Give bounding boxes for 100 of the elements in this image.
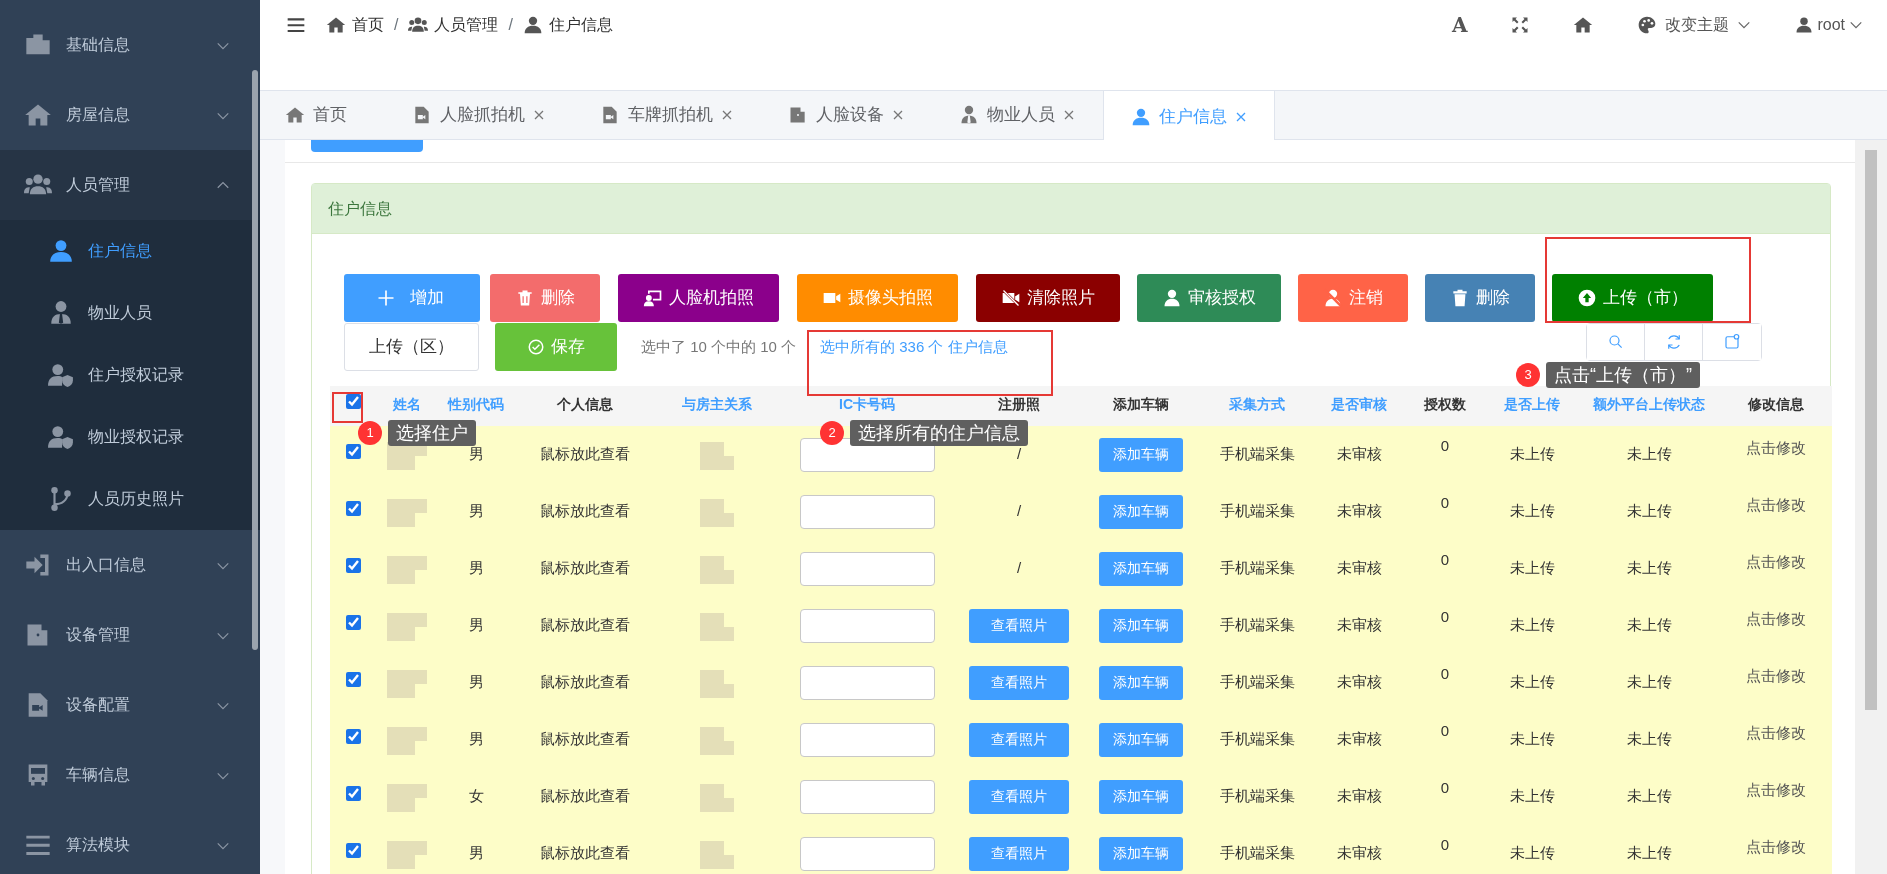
edit-link[interactable]: 点击修改 bbox=[1746, 724, 1806, 742]
table-cell: 未审核 bbox=[1314, 711, 1404, 768]
table-cell: 0 bbox=[1440, 608, 1450, 626]
row-checkbox[interactable] bbox=[345, 786, 361, 802]
plus-icon bbox=[376, 288, 396, 308]
select-all-checkbox[interactable] bbox=[345, 393, 361, 409]
column-header: 添加车辆 bbox=[1082, 386, 1200, 426]
input-field[interactable] bbox=[799, 494, 935, 529]
blurred-patch bbox=[387, 498, 427, 527]
home-icon[interactable] bbox=[1573, 15, 1594, 35]
table-cell[interactable]: 鼠标放此查看 bbox=[514, 597, 656, 654]
toolbar-button[interactable]: 清除照片 bbox=[976, 274, 1120, 322]
scrollbar-thumb[interactable] bbox=[252, 70, 258, 650]
highlight-frame bbox=[332, 392, 363, 423]
breadcrumb-item: 住户信息 bbox=[548, 15, 613, 35]
tab[interactable]: 车牌抓拍机 bbox=[573, 91, 761, 139]
font-size-button[interactable]: A bbox=[1451, 10, 1468, 40]
sidebar-item[interactable]: 算法模块 bbox=[0, 810, 260, 874]
table-cell: 手机端采集 bbox=[1200, 825, 1314, 874]
table-cell: 未上传 bbox=[1486, 426, 1578, 483]
upload-button[interactable]: 上传（区） bbox=[344, 323, 479, 371]
tooltip: 选择住户 bbox=[388, 420, 476, 446]
sidebar-subitem[interactable]: 物业人员 bbox=[0, 282, 260, 344]
close-icon[interactable] bbox=[533, 109, 545, 121]
row-checkbox[interactable] bbox=[345, 843, 361, 859]
sidebar-item[interactable]: 基础信息 bbox=[0, 10, 260, 80]
sidebar-subitem[interactable]: 住户信息 bbox=[0, 220, 260, 282]
input-field[interactable] bbox=[799, 779, 935, 814]
edit-link[interactable]: 点击修改 bbox=[1746, 496, 1806, 514]
breadcrumb-item[interactable]: 首页 bbox=[352, 13, 384, 37]
close-icon[interactable] bbox=[1235, 110, 1247, 123]
input-field[interactable] bbox=[799, 722, 935, 757]
sidebar-item[interactable]: 设备管理 bbox=[0, 600, 260, 670]
theme-dropdown[interactable]: 改变主题 bbox=[1637, 13, 1752, 37]
table-cell[interactable]: 鼠标放此查看 bbox=[514, 711, 656, 768]
close-icon[interactable] bbox=[892, 109, 904, 121]
table-cell: 0 bbox=[1440, 722, 1450, 740]
table-cell[interactable]: 鼠标放此查看 bbox=[514, 540, 656, 597]
toolbar-button[interactable]: 删除 bbox=[1425, 274, 1535, 322]
input-field[interactable] bbox=[799, 665, 935, 700]
tab[interactable]: 物业人员 bbox=[932, 91, 1103, 139]
user-icon bbox=[522, 15, 543, 35]
sidebar-subitem[interactable]: 人员历史照片 bbox=[0, 468, 260, 530]
fullscreen-icon[interactable] bbox=[1511, 16, 1530, 34]
table-cell[interactable]: 鼠标放此查看 bbox=[514, 654, 656, 711]
sidebar-subitem[interactable]: 物业授权记录 bbox=[0, 406, 260, 468]
sidebar-item[interactable]: 房屋信息 bbox=[0, 80, 260, 150]
table-cell: 0 bbox=[1440, 665, 1450, 683]
close-icon[interactable] bbox=[721, 109, 733, 121]
file-icon bbox=[600, 105, 620, 125]
edit-link[interactable]: 点击修改 bbox=[1746, 553, 1806, 571]
edit-link[interactable]: 点击修改 bbox=[1746, 610, 1806, 628]
edit-link[interactable]: 点击修改 bbox=[1746, 781, 1806, 799]
toolbar-button[interactable]: 上传（市） bbox=[1552, 274, 1713, 322]
table-cell: 未审核 bbox=[1314, 483, 1404, 540]
table-cell: 男 bbox=[438, 597, 514, 654]
blurred-patch bbox=[387, 783, 427, 812]
toolbar-button[interactable]: 人脸机拍照 bbox=[618, 274, 779, 322]
input-field[interactable] bbox=[799, 836, 935, 871]
row-checkbox[interactable] bbox=[345, 672, 361, 688]
edit-link[interactable]: 点击修改 bbox=[1746, 838, 1806, 856]
row-checkbox[interactable] bbox=[345, 558, 361, 574]
edit-link[interactable]: 点击修改 bbox=[1746, 439, 1806, 457]
sidebar-subitem[interactable]: 住户授权记录 bbox=[0, 344, 260, 406]
table-cell: 未上传 bbox=[1578, 825, 1720, 874]
tab[interactable]: 首页 bbox=[260, 91, 375, 139]
table-cell: 未审核 bbox=[1314, 540, 1404, 597]
input-field[interactable] bbox=[799, 551, 935, 586]
sidebar-item[interactable]: 人员管理 bbox=[0, 150, 260, 220]
tab[interactable]: 人脸设备 bbox=[761, 91, 932, 139]
table-cell: 手机端采集 bbox=[1200, 426, 1314, 483]
blurred-patch bbox=[387, 840, 427, 869]
table-cell: 未审核 bbox=[1314, 768, 1404, 825]
breadcrumb-item[interactable]: 人员管理 bbox=[434, 13, 499, 37]
close-icon[interactable] bbox=[1063, 109, 1075, 121]
table-cell[interactable]: 鼠标放此查看 bbox=[514, 825, 656, 874]
sidebar-item[interactable]: 出入口信息 bbox=[0, 530, 260, 600]
table-cell: 手机端采集 bbox=[1200, 540, 1314, 597]
toolbar-button[interactable]: 审核授权 bbox=[1137, 274, 1281, 322]
table-cell: 未上传 bbox=[1486, 483, 1578, 540]
table-cell[interactable]: 鼠标放此查看 bbox=[514, 426, 656, 483]
tab[interactable]: 人脸抓拍机 bbox=[385, 91, 573, 139]
row-checkbox[interactable] bbox=[345, 615, 361, 631]
table-cell: 未上传 bbox=[1486, 768, 1578, 825]
blurred-patch bbox=[387, 726, 427, 755]
sidebar-item[interactable]: 车辆信息 bbox=[0, 740, 260, 810]
table-cell: / bbox=[1016, 502, 1022, 520]
row-checkbox[interactable] bbox=[345, 729, 361, 745]
table-cell: / bbox=[1016, 445, 1022, 463]
scrollbar-thumb[interactable] bbox=[1865, 150, 1877, 710]
breadcrumb-separator: / bbox=[394, 15, 399, 35]
table-cell[interactable]: 鼠标放此查看 bbox=[514, 483, 656, 540]
input-field[interactable] bbox=[799, 608, 935, 643]
user-menu[interactable]: root bbox=[1795, 13, 1863, 37]
edit-link[interactable]: 点击修改 bbox=[1746, 667, 1806, 685]
row-checkbox[interactable] bbox=[345, 444, 361, 460]
sidebar-item[interactable]: 设备配置 bbox=[0, 670, 260, 740]
table-cell: 未上传 bbox=[1486, 711, 1578, 768]
row-checkbox[interactable] bbox=[345, 501, 361, 517]
table-cell[interactable]: 鼠标放此查看 bbox=[514, 768, 656, 825]
